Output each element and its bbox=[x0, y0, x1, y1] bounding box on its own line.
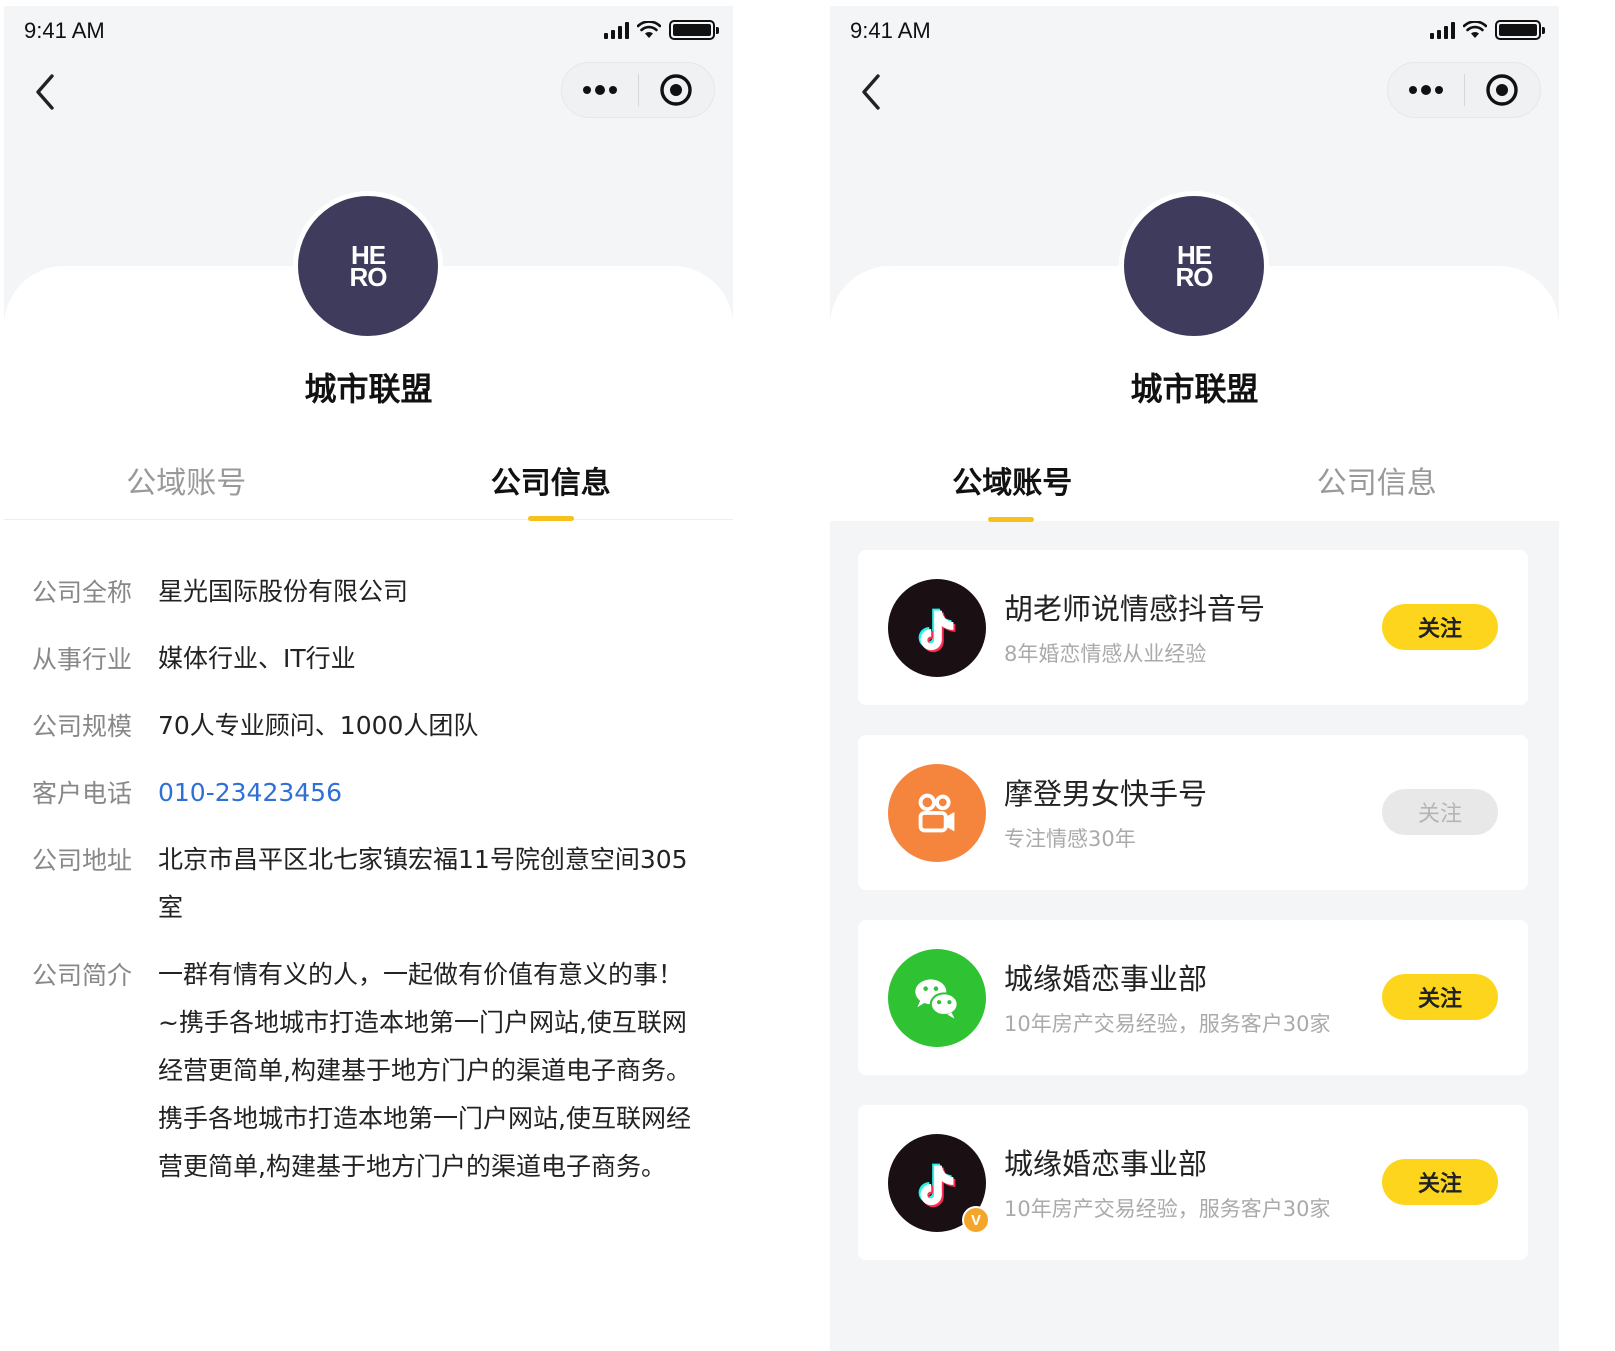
target-circle-icon bbox=[660, 74, 692, 106]
screen-company-info: 9:41 AM HE RO 城市联盟 公域账号 公司信息 公司全称 星光国际股份… bbox=[4, 6, 733, 1351]
status-time: 9:41 AM bbox=[850, 18, 931, 43]
account-name: 城缘婚恋事业部 bbox=[1004, 962, 1208, 996]
info-row-scale: 公司规模 70人专业顾问、1000人团队 bbox=[32, 706, 692, 750]
target-circle-icon bbox=[1486, 74, 1518, 106]
tab-company-info[interactable]: 公司信息 bbox=[1195, 458, 1560, 502]
active-tab-indicator bbox=[988, 517, 1034, 522]
tab-public-accounts[interactable]: 公域账号 bbox=[4, 458, 369, 502]
company-scale: 70人专业顾问、1000人团队 bbox=[158, 711, 479, 740]
company-name: 城市联盟 bbox=[1130, 370, 1259, 408]
company-avatar: HE RO bbox=[1119, 191, 1269, 341]
battery-icon bbox=[1495, 20, 1545, 40]
info-row-full-name: 公司全称 星光国际股份有限公司 bbox=[32, 572, 692, 616]
tab-bar: 公域账号 公司信息 bbox=[4, 446, 734, 521]
wifi-icon bbox=[1463, 21, 1487, 38]
signal-icon bbox=[604, 21, 629, 39]
account-name: 胡老师说情感抖音号 bbox=[1004, 592, 1266, 626]
company-address: 北京市昌平区北七家镇宏福11号院创意空间305室 bbox=[158, 845, 688, 922]
status-time: 9:41 AM bbox=[24, 18, 105, 43]
tiktok-icon: V bbox=[888, 1134, 990, 1234]
follow-button[interactable]: 关注 bbox=[1382, 974, 1498, 1020]
account-name: 城缘婚恋事业部 bbox=[1004, 1147, 1208, 1181]
tab-company-info[interactable]: 公司信息 bbox=[369, 458, 734, 502]
close-miniprogram-button[interactable] bbox=[1465, 63, 1541, 117]
tab-public-accounts[interactable]: 公域账号 bbox=[830, 458, 1195, 502]
more-button[interactable] bbox=[1388, 63, 1464, 117]
verified-badge-icon: V bbox=[962, 1206, 990, 1234]
battery-icon bbox=[669, 20, 719, 40]
account-card[interactable]: V 城缘婚恋事业部 10年房产交易经验，服务客户30家 关注 bbox=[858, 1105, 1528, 1260]
company-industry: 媒体行业、IT行业 bbox=[158, 644, 356, 673]
info-row-address: 公司地址 北京市昌平区北七家镇宏福11号院创意空间305室 bbox=[32, 840, 692, 932]
followed-button[interactable]: 关注 bbox=[1382, 789, 1498, 835]
account-desc: 专注情感30年 bbox=[1004, 827, 1136, 851]
company-name: 城市联盟 bbox=[304, 370, 433, 408]
account-card[interactable]: 胡老师说情感抖音号 8年婚恋情感从业经验 关注 bbox=[858, 550, 1528, 705]
signal-icon bbox=[1430, 21, 1455, 39]
more-dots-icon bbox=[1408, 85, 1443, 95]
company-avatar: HE RO bbox=[293, 191, 443, 341]
tiktok-icon bbox=[888, 579, 986, 677]
account-desc: 10年房产交易经验，服务客户30家 bbox=[1004, 1012, 1331, 1036]
company-intro: 一群有情有义的人，一起做有价值有意义的事！~携手各地城市打造本地第一门户网站,使… bbox=[158, 960, 691, 1181]
tab-bar: 公域账号 公司信息 bbox=[830, 446, 1560, 522]
miniprogram-capsule bbox=[561, 62, 715, 118]
wechat-icon bbox=[888, 949, 986, 1047]
more-dots-icon bbox=[582, 85, 617, 95]
active-tab-indicator bbox=[528, 516, 574, 521]
info-row-industry: 从事行业 媒体行业、IT行业 bbox=[32, 639, 692, 683]
follow-button[interactable]: 关注 bbox=[1382, 604, 1498, 650]
company-info-list: 公司全称 星光国际股份有限公司 从事行业 媒体行业、IT行业 公司规模 70人专… bbox=[32, 572, 692, 1214]
company-full-name: 星光国际股份有限公司 bbox=[158, 577, 409, 606]
more-button[interactable] bbox=[562, 63, 638, 117]
close-miniprogram-button[interactable] bbox=[639, 63, 715, 117]
follow-button[interactable]: 关注 bbox=[1382, 1159, 1498, 1205]
screen-public-accounts: 9:41 AM HE RO 城市联盟 公域账号 公司信息 胡老师说情感抖音号 8… bbox=[830, 6, 1559, 1351]
account-list: 胡老师说情感抖音号 8年婚恋情感从业经验 关注 摩登男女快手号 专注情感30年 … bbox=[858, 550, 1528, 1290]
customer-phone-link[interactable]: 010-23423456 bbox=[158, 769, 692, 817]
info-row-intro: 公司简介 一群有情有义的人，一起做有价值有意义的事！~携手各地城市打造本地第一门… bbox=[32, 955, 692, 1191]
info-row-phone: 客户电话 010-23423456 bbox=[32, 773, 692, 817]
wifi-icon bbox=[637, 21, 661, 38]
account-desc: 10年房产交易经验，服务客户30家 bbox=[1004, 1197, 1331, 1221]
account-desc: 8年婚恋情感从业经验 bbox=[1004, 642, 1207, 666]
status-bar: 9:41 AM bbox=[830, 6, 1559, 56]
account-card[interactable]: 摩登男女快手号 专注情感30年 关注 bbox=[858, 735, 1528, 890]
back-icon[interactable] bbox=[856, 72, 886, 112]
status-bar: 9:41 AM bbox=[4, 6, 733, 56]
kuaishou-icon bbox=[888, 764, 986, 862]
miniprogram-capsule bbox=[1387, 62, 1541, 118]
back-icon[interactable] bbox=[30, 72, 60, 112]
account-name: 摩登男女快手号 bbox=[1004, 777, 1208, 811]
account-card[interactable]: 城缘婚恋事业部 10年房产交易经验，服务客户30家 关注 bbox=[858, 920, 1528, 1075]
